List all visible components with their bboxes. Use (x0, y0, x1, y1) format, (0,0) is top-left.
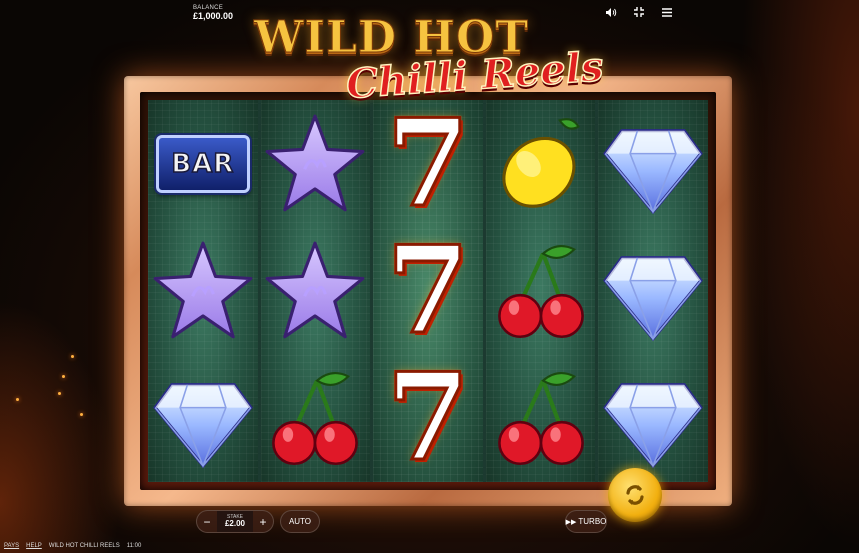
ambient-glow-left (0, 300, 120, 553)
reel-frame: BAR 777 (124, 76, 732, 506)
reel-5 (598, 100, 708, 482)
pays-link[interactable]: PAYS (4, 543, 19, 549)
stake-decrease-button[interactable]: − (197, 511, 217, 532)
symbol-star (263, 237, 367, 345)
lemon-icon (501, 117, 580, 208)
ember-spark (80, 413, 83, 416)
star-icon (153, 241, 253, 339)
ember-spark (62, 375, 65, 378)
symbol-diamond (601, 364, 705, 472)
clock-time: 11:00 (126, 543, 142, 549)
reels-area: BAR 777 (148, 100, 708, 482)
symbol-seven: 7 (376, 102, 480, 225)
symbol-diamond (601, 237, 705, 345)
menu-icon[interactable] (660, 6, 674, 18)
footer-bar: PAYS HELP WILD HOT CHILLI REELS 11:00 (4, 543, 141, 549)
diamond-icon (603, 128, 703, 214)
cherry-icon (497, 372, 584, 466)
stake-increase-button[interactable]: + (253, 511, 273, 532)
seven-icon: 7 (385, 92, 471, 234)
seven-icon: 7 (385, 219, 471, 361)
fullscreen-icon[interactable] (632, 6, 646, 18)
ember-spark (58, 392, 61, 395)
cherry-icon (272, 372, 359, 466)
stake-display: STAKE £2.00 (217, 511, 253, 532)
symbol-star (263, 110, 367, 218)
star-icon (265, 114, 365, 211)
ember-spark (16, 398, 19, 401)
ambient-glow-right (739, 0, 859, 553)
top-toolbar (604, 6, 674, 18)
reel-3: 777 (373, 100, 483, 482)
cherry-icon (497, 245, 584, 339)
game-name: WILD HOT CHILLI REELS (48, 543, 120, 549)
reel-2 (260, 100, 371, 482)
symbol-cherry (263, 364, 367, 472)
spin-arrows-icon (626, 485, 644, 505)
symbol-lemon (489, 110, 593, 218)
autoplay-button[interactable]: AUTO (280, 510, 320, 533)
ember-spark (71, 355, 74, 358)
seven-icon: 7 (385, 347, 471, 489)
symbol-diamond (151, 364, 255, 472)
help-link[interactable]: HELP (26, 543, 42, 549)
stake-control: − STAKE £2.00 + (196, 510, 274, 533)
symbol-cherry (489, 364, 593, 472)
balance-display: BALANCE £1,000.00 (193, 5, 233, 21)
symbol-bar: BAR (151, 110, 255, 218)
symbol-cherry (489, 237, 593, 345)
reel-frame-inner: BAR 777 (140, 92, 716, 490)
reel-4 (485, 100, 596, 482)
bar-icon: BAR (155, 134, 250, 193)
sound-icon[interactable] (604, 6, 618, 18)
bar-label: BAR (171, 148, 235, 180)
star-icon (265, 241, 365, 339)
stake-value: £2.00 (224, 519, 246, 528)
turbo-button[interactable]: ▶▶ TURBO (565, 510, 607, 533)
reel-1: BAR (148, 100, 258, 482)
symbol-seven: 7 (376, 229, 480, 352)
symbol-diamond (601, 110, 705, 218)
symbol-star (151, 237, 255, 345)
diamond-icon (603, 383, 703, 469)
balance-value: £1,000.00 (193, 11, 234, 21)
autoplay-label: AUTO (288, 517, 312, 526)
diamond-icon (603, 256, 703, 342)
spin-button[interactable] (608, 468, 662, 522)
turbo-label: TURBO (578, 517, 607, 526)
fast-forward-icon: ▶▶ (565, 518, 577, 526)
diamond-icon (152, 383, 253, 469)
symbol-seven: 7 (376, 356, 480, 479)
